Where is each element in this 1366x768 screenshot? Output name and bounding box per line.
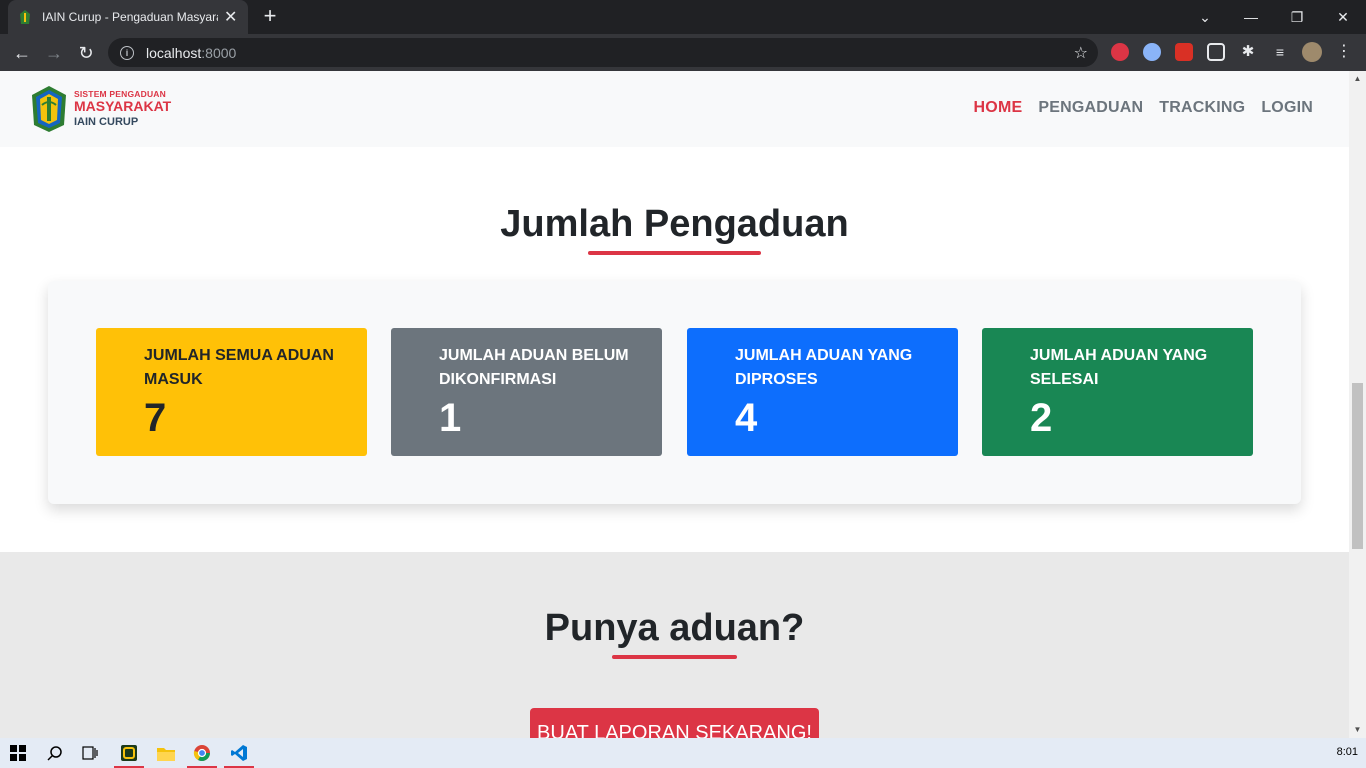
stats-card: JUMLAH SEMUA ADUAN MASUK 7 JUMLAH ADUAN … [48, 281, 1301, 504]
site-logo[interactable]: SISTEM PENGADUAN MASYARAKAT IAIN CURUP [30, 83, 190, 135]
iain-emblem-icon [32, 86, 66, 132]
browser-tab[interactable]: IAIN Curup - Pengaduan Masyarakat ✕ [8, 0, 248, 34]
page-scrollbar[interactable]: ▲ ▼ [1349, 71, 1366, 738]
url-host: localhost [146, 44, 202, 61]
main-menu: HOME PENGADUAN TRACKING LOGIN [974, 99, 1313, 117]
tab-search-icon[interactable]: ⌄ [1182, 0, 1228, 34]
tab-close-icon[interactable]: ✕ [224, 7, 237, 27]
extension-stop-icon[interactable] [1111, 43, 1129, 61]
logo-line-1: SISTEM PENGADUAN [74, 88, 166, 99]
minimize-icon[interactable]: — [1228, 0, 1274, 34]
page-viewport: SISTEM PENGADUAN MASYARAKAT IAIN CURUP H… [0, 71, 1349, 738]
search-icon[interactable] [37, 738, 73, 768]
back-icon[interactable]: ← [9, 40, 35, 66]
stat-processing-value: 4 [735, 396, 758, 440]
vscode-icon[interactable] [221, 738, 257, 768]
extension-circle-icon[interactable] [1143, 43, 1161, 61]
stat-total-label: JUMLAH SEMUA ADUAN MASUK [144, 347, 334, 388]
menu-login[interactable]: LOGIN [1261, 99, 1313, 117]
restore-icon[interactable]: ❐ [1274, 0, 1320, 34]
taskbar-clock[interactable]: 8:01 [1337, 746, 1358, 758]
stat-completed-card: JUMLAH ADUAN YANG SELESAI 2 [982, 328, 1253, 456]
forward-icon[interactable]: → [41, 40, 67, 66]
start-windows-icon[interactable] [0, 738, 36, 768]
task-view-icon[interactable] [72, 738, 108, 768]
browser-toolbar: ← → ↻ i localhost :8000 ☆ ✱ ≡ ⋮ [0, 34, 1366, 71]
bookmark-star-icon[interactable]: ☆ [1074, 43, 1088, 63]
stat-completed-value: 2 [1030, 396, 1053, 440]
windows-taskbar: 8:01 [0, 738, 1366, 768]
scroll-down-icon[interactable]: ▼ [1353, 725, 1362, 735]
scrollbar-thumb[interactable] [1352, 383, 1363, 549]
cta-title: Punya aduan? [544, 607, 805, 649]
stat-total-card: JUMLAH SEMUA ADUAN MASUK 7 [96, 328, 367, 456]
stat-unconfirmed-value: 1 [439, 396, 462, 440]
stat-unconfirmed-card: JUMLAH ADUAN BELUM DIKONFIRMASI 1 [391, 328, 662, 456]
scroll-up-icon[interactable]: ▲ [1353, 74, 1362, 84]
app-launcher-icon[interactable] [111, 738, 147, 768]
address-bar[interactable]: i localhost :8000 ☆ [108, 38, 1098, 67]
browser-titlebar: IAIN Curup - Pengaduan Masyarakat ✕ + ⌄ … [0, 0, 1366, 34]
url-port: :8000 [201, 44, 237, 61]
file-explorer-icon[interactable] [148, 738, 184, 768]
close-window-icon[interactable]: ✕ [1320, 0, 1366, 34]
cta-section: Punya aduan? BUAT LAPORAN SEKARANG! [0, 552, 1349, 738]
logo-line-2: MASYARAKAT [74, 98, 172, 115]
site-info-icon[interactable]: i [120, 45, 134, 60]
stats-section-title: Jumlah Pengaduan [500, 203, 849, 245]
extension-window-icon[interactable] [1207, 43, 1225, 61]
extension-forward-icon[interactable] [1175, 43, 1193, 61]
menu-tracking[interactable]: TRACKING [1159, 99, 1245, 117]
stat-unconfirmed-label: JUMLAH ADUAN BELUM DIKONFIRMASI [439, 347, 629, 388]
browser-menu-icon[interactable]: ⋮ [1335, 43, 1353, 61]
logo-line-3: IAIN CURUP [74, 116, 139, 129]
stat-completed-label: JUMLAH ADUAN YANG SELESAI [1030, 347, 1208, 388]
media-control-icon[interactable]: ≡ [1271, 43, 1289, 61]
menu-pengaduan[interactable]: PENGADUAN [1038, 99, 1143, 117]
stat-total-value: 7 [144, 396, 167, 440]
tab-title: IAIN Curup - Pengaduan Masyarakat [42, 10, 218, 24]
create-report-button[interactable]: BUAT LAPORAN SEKARANG! [530, 708, 819, 738]
menu-home[interactable]: HOME [974, 99, 1023, 117]
extensions-puzzle-icon[interactable]: ✱ [1239, 43, 1257, 61]
stat-processing-card: JUMLAH ADUAN YANG DIPROSES 4 [687, 328, 958, 456]
cta-title-underline [612, 655, 737, 659]
site-favicon-icon [18, 10, 32, 24]
stat-processing-label: JUMLAH ADUAN YANG DIPROSES [735, 347, 913, 388]
stats-title-underline [588, 251, 761, 255]
reload-icon[interactable]: ↻ [73, 40, 99, 66]
profile-avatar-icon[interactable] [1302, 42, 1322, 62]
new-tab-icon[interactable]: + [258, 4, 282, 28]
chrome-icon[interactable] [184, 738, 220, 768]
site-navbar: SISTEM PENGADUAN MASYARAKAT IAIN CURUP H… [0, 71, 1349, 147]
